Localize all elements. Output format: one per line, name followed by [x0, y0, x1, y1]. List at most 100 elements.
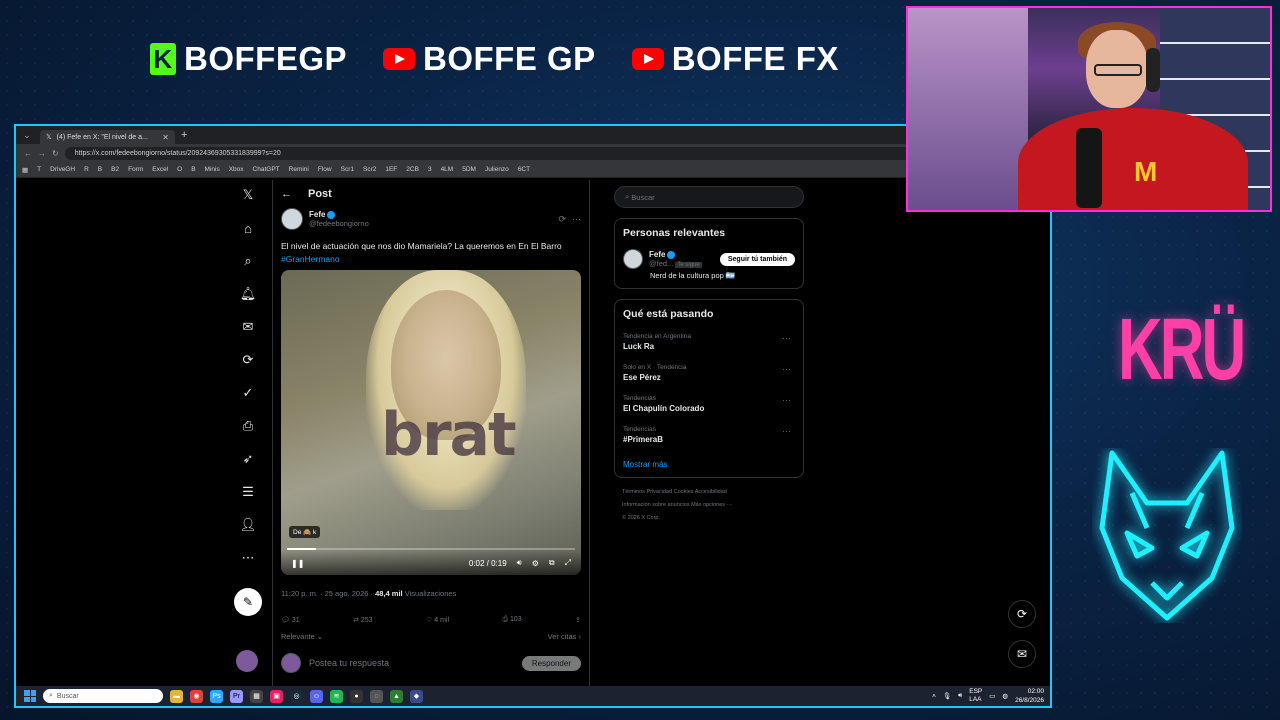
trend-item[interactable]: Tendencias #PrimeraB ··· — [623, 426, 795, 444]
bookmark-item[interactable]: 2CB — [406, 166, 419, 173]
pause-icon[interactable]: ❚❚ — [291, 559, 304, 568]
more-options-icon[interactable]: ··· — [782, 426, 791, 436]
bookmark-item[interactable]: Scr2 — [363, 166, 376, 173]
back-arrow-icon[interactable]: ← — [281, 188, 292, 200]
app-icon[interactable]: ▦ — [250, 689, 263, 703]
app-icon[interactable]: ◌ — [370, 689, 383, 703]
grok-icon[interactable]: ⟳ — [1008, 600, 1036, 628]
hashtag-link[interactable]: #GranHermano — [281, 254, 340, 264]
bookmark-item[interactable]: 3 — [428, 166, 432, 173]
messages-icon[interactable]: ✉ — [239, 318, 257, 336]
lists-icon[interactable]: ☰ — [239, 483, 257, 501]
volume-icon[interactable]: 🔊︎ — [958, 692, 962, 700]
quotes-link[interactable]: Ver citas › — [548, 632, 581, 641]
windows-start-icon[interactable] — [24, 690, 36, 702]
like-action[interactable]: ♡ 4 mil — [426, 616, 449, 624]
pip-icon[interactable]: ⧉ — [549, 558, 555, 568]
steam-icon[interactable]: ◎ — [290, 689, 303, 703]
more-icon[interactable]: ⋯ — [239, 549, 257, 567]
avatar[interactable] — [281, 208, 303, 230]
footer-links-row[interactable]: Términos Privacidad Cookies Accesibilida… — [622, 486, 796, 499]
premiere-icon[interactable]: Pr — [230, 689, 243, 703]
bookmark-item[interactable]: T — [37, 166, 41, 173]
bookmark-item[interactable]: Julienzo — [485, 166, 509, 173]
verified-icon[interactable]: ✓ — [239, 384, 257, 402]
bookmark-item[interactable]: DriveGH — [50, 166, 75, 173]
bookmark-item[interactable]: 4LM — [441, 166, 454, 173]
close-icon[interactable]: ✕ — [162, 133, 169, 142]
repost-action[interactable]: ⇄ 253 — [353, 616, 373, 624]
grok-icon[interactable]: ⟳ — [239, 351, 257, 369]
bookmark-action[interactable]: ⎙ 103 — [502, 616, 521, 624]
avatar[interactable] — [623, 249, 643, 269]
trend-item[interactable]: Tendencia en Argentina Luck Ra ··· — [623, 333, 795, 351]
back-icon[interactable]: ← — [24, 149, 32, 158]
show-more-link[interactable]: Mostrar más — [623, 460, 795, 469]
obs-icon[interactable]: ● — [350, 689, 363, 703]
sort-dropdown[interactable]: Relevante ⌄ — [281, 632, 323, 641]
reply-action[interactable]: 💬︎ 31 — [281, 616, 300, 624]
post-timestamp[interactable]: 11:20 p. m. · 25 ago. 2026 · — [281, 589, 373, 598]
new-tab-icon[interactable]: + — [181, 129, 187, 141]
reload-icon[interactable]: ↻ — [52, 149, 59, 158]
trend-item[interactable]: Tendencias El Chapulín Colorado ··· — [623, 395, 795, 413]
bookmark-item[interactable]: Xbox — [229, 166, 244, 173]
spotify-icon[interactable]: ≋ — [330, 689, 343, 703]
author-name[interactable]: Fefe — [309, 210, 325, 219]
bookmark-item[interactable]: Scr1 — [341, 166, 354, 173]
app-icon[interactable]: ▣ — [270, 689, 283, 703]
clock[interactable]: 02:00 26/8/2026 — [1015, 687, 1044, 705]
reply-button[interactable]: Responder — [521, 655, 581, 671]
more-options-icon[interactable]: ··· — [782, 364, 791, 374]
apps-grid-icon[interactable]: ▦ — [22, 166, 28, 174]
chrome-icon[interactable]: ◉ — [190, 689, 203, 703]
grok-icon[interactable]: ⟳ — [558, 214, 566, 225]
search-icon[interactable]: ⌕ — [239, 252, 257, 270]
file-explorer-icon[interactable]: ▬ — [170, 689, 183, 703]
account-avatar[interactable] — [236, 650, 258, 672]
more-options-icon[interactable]: ··· — [782, 333, 791, 343]
app-icon[interactable]: ▲ — [390, 689, 403, 703]
bookmark-item[interactable]: 6CT — [518, 166, 530, 173]
bookmark-item[interactable]: R — [84, 166, 89, 173]
more-options-icon[interactable]: ··· — [572, 214, 581, 224]
settings-icon[interactable]: ⚙ — [532, 559, 539, 568]
fullscreen-icon[interactable]: ⤢ — [565, 558, 571, 568]
relevant-person[interactable]: Fefe @fed... Te sigue Seguir tú también — [623, 249, 795, 269]
search-input[interactable]: ⌕ Buscar — [614, 186, 804, 208]
share-icon[interactable]: ⇪ — [575, 616, 581, 624]
tab-search-icon[interactable]: ⌄ — [20, 130, 34, 141]
bookmark-item[interactable]: 1EF — [385, 166, 397, 173]
tab-x-post[interactable]: 𝕏 (4) Fefe en X: "El nivel de a... ✕ — [40, 130, 175, 144]
bookmark-item[interactable]: B2 — [111, 166, 119, 173]
network-icon[interactable]: ◍ — [1002, 692, 1008, 700]
bookmark-item[interactable]: ChatGPT — [253, 166, 280, 173]
rocket-icon[interactable]: ➶ — [239, 450, 257, 468]
author-handle[interactable]: @fedeebongiorno — [309, 219, 369, 228]
bookmark-item[interactable]: B — [191, 166, 195, 173]
bookmarks-icon[interactable]: ⎙ — [239, 417, 257, 435]
app-icon[interactable]: ◆ — [410, 689, 423, 703]
bookmark-item[interactable]: Form — [128, 166, 143, 173]
forward-icon[interactable]: → — [38, 149, 46, 158]
bookmark-item[interactable]: Flow — [318, 166, 332, 173]
display-icon[interactable]: ▭ — [989, 692, 995, 700]
bookmark-item[interactable]: B — [98, 166, 102, 173]
messages-icon[interactable]: ✉ — [1008, 640, 1036, 668]
bookmark-item[interactable]: 5DM — [462, 166, 476, 173]
reply-input[interactable]: Postea tu respuesta — [309, 658, 389, 668]
language-indicator[interactable]: ESP LAA — [969, 688, 982, 704]
mic-icon[interactable]: 🎙︎ — [943, 692, 951, 700]
bookmark-item[interactable]: O — [177, 166, 182, 173]
discord-icon[interactable]: ☺ — [310, 689, 323, 703]
bookmark-item[interactable]: Minis — [205, 166, 220, 173]
profile-icon[interactable]: 👤︎ — [239, 516, 257, 534]
compose-post-button[interactable]: ✎ — [234, 588, 262, 616]
x-logo-icon[interactable]: 𝕏 — [239, 186, 257, 204]
photoshop-icon[interactable]: Ps — [210, 689, 223, 703]
url-input[interactable]: https://x.com/fedeebongiorno/status/2092… — [64, 146, 945, 160]
footer-links-row[interactable]: Información sobre anuncios Más opciones … — [622, 499, 796, 512]
bookmark-item[interactable]: Excel — [152, 166, 168, 173]
volume-icon[interactable]: 🔊︎ — [517, 558, 522, 568]
follow-button[interactable]: Seguir tú también — [719, 252, 795, 266]
